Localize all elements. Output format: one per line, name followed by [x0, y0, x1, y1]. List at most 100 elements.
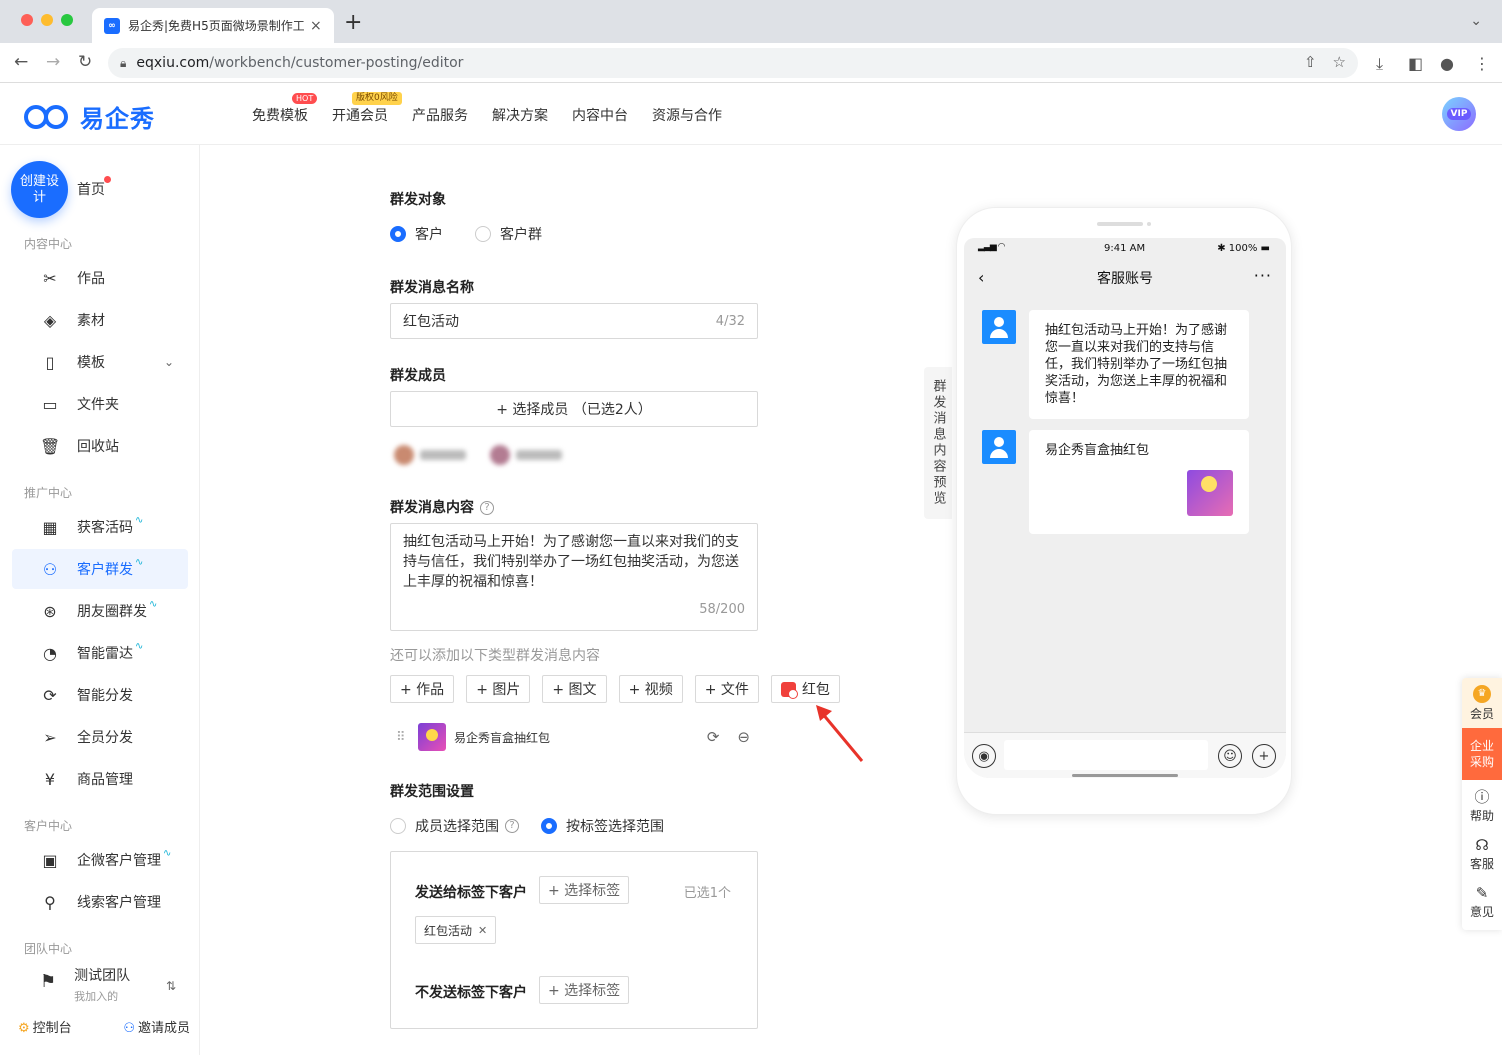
battery-icon: ✱ 100% ▬ — [1217, 243, 1270, 254]
logo[interactable]: 易企秀 — [24, 99, 155, 134]
sidebar-item-label: 商品管理 — [77, 772, 133, 788]
card-bubble: 易企秀盲盒抽红包 — [1029, 430, 1249, 534]
nav-solutions[interactable]: 解决方案 — [492, 105, 548, 125]
sidebar-item-materials[interactable]: ◈ 素材 — [12, 300, 188, 340]
tab-close-icon[interactable]: × — [310, 18, 322, 34]
content-label: 群发消息内容? — [390, 497, 494, 517]
sidebar-item-customer-broadcast[interactable]: ⚇ 客户群发 ∿ — [12, 549, 188, 589]
help-icon[interactable]: ? — [505, 819, 519, 833]
back-icon[interactable]: ← — [14, 52, 28, 72]
select-exclude-tag-button[interactable]: + 选择标签 — [539, 976, 630, 1004]
member-chip — [394, 443, 466, 467]
maximize-window-button[interactable] — [61, 14, 73, 26]
emoji-icon: ☺ — [1218, 744, 1242, 768]
attachment-thumbnail — [418, 723, 446, 751]
add-article-button[interactable]: + 图文 — [542, 675, 607, 703]
avatar — [982, 430, 1016, 464]
layers-icon: ◈ — [43, 310, 57, 330]
add-works-button[interactable]: + 作品 — [390, 675, 455, 703]
float-vip-button[interactable]: ♛ 会员 — [1462, 678, 1502, 728]
nav-products[interactable]: 产品服务 — [412, 105, 468, 125]
drag-handle-icon[interactable]: ⠿ — [396, 730, 408, 745]
scope-member-radio[interactable]: 成员选择范围? — [390, 816, 519, 836]
sidebar-item-products[interactable]: ¥ 商品管理 — [12, 759, 188, 799]
kebab-menu-icon[interactable]: ⋮ — [1474, 54, 1490, 73]
sidebar-item-staff-distribution[interactable]: ➢ 全员分发 — [12, 717, 188, 757]
sidepanel-icon[interactable]: ◧ — [1408, 54, 1423, 73]
invite-link[interactable]: ⚇ 邀请成员 — [123, 1017, 190, 1036]
chat-header: ‹ 客服账号 ··· — [964, 258, 1286, 298]
nav-content-center[interactable]: 内容中台 — [572, 105, 628, 125]
nav-label: 免费模板 — [252, 108, 308, 124]
vip-badge: VIP — [1446, 108, 1472, 120]
target-customer-radio[interactable]: 客户 — [390, 224, 443, 244]
close-icon[interactable]: ✕ — [478, 924, 487, 937]
download-icon[interactable]: ⤓ — [1376, 54, 1383, 74]
nav-resources[interactable]: 资源与合作 — [652, 105, 722, 125]
console-link[interactable]: ⚙ 控制台 — [18, 1017, 72, 1036]
sidebar-item-folders[interactable]: ▭ 文件夹 — [12, 384, 188, 424]
gear-icon: ⚙ — [18, 1021, 30, 1036]
team-switcher[interactable]: ⚑ 测试团队 我加入的 — [40, 965, 130, 1004]
add-content-hint: 还可以添加以下类型群发消息内容 — [390, 648, 600, 664]
new-icon: ∿ — [135, 514, 144, 526]
new-tab-button[interactable]: + — [344, 12, 362, 34]
signal-icon: ▂▃▅ ◠ — [978, 242, 1006, 252]
select-members-button[interactable]: + 选择成员 （已选2人） — [390, 391, 758, 427]
float-help-button[interactable]: ⓘ 帮助 — [1462, 782, 1502, 830]
sidebar-item-lead-code[interactable]: ▦ 获客活码 ∿ — [12, 507, 188, 547]
create-design-button[interactable]: 创建设计 — [11, 161, 68, 218]
sidebar-item-lead-customers[interactable]: ⚲ 线索客户管理 — [12, 882, 188, 922]
preview-tab[interactable]: 群发消息内容预览 — [924, 367, 952, 519]
exclude-label: 不发送标签下客户 — [415, 985, 527, 1001]
preview-tab-label: 群发消息内容预览 — [930, 379, 946, 507]
float-enterprise-button[interactable]: 企业采购 — [1462, 728, 1502, 780]
add-image-button[interactable]: + 图片 — [466, 675, 531, 703]
bookmark-star-icon[interactable]: ☆ — [1333, 53, 1346, 71]
sidebar-item-moments-broadcast[interactable]: ⊛ 朋友圈群发 ∿ — [12, 591, 188, 631]
sidebar-item-works[interactable]: ✂ 作品 — [12, 258, 188, 298]
avatar[interactable]: VIP — [1442, 97, 1476, 131]
minimize-window-button[interactable] — [41, 14, 53, 26]
sidebar-item-home[interactable]: 首页 — [77, 179, 105, 199]
message-content-textarea[interactable]: 抽红包活动马上开始！为了感谢您一直以来对我们的支持与信任，我们特别举办了一场红包… — [390, 523, 758, 631]
target-radio-group: 客户 客户群 — [390, 224, 542, 244]
chevron-down-icon[interactable]: ⌄ — [1470, 13, 1482, 29]
sidebar-item-wecom-customers[interactable]: ▣ 企微客户管理 ∿ — [12, 840, 188, 880]
url-input[interactable]: 🔒︎ eqxiu.com/workbench/customer-posting/… — [108, 48, 1358, 78]
remove-icon[interactable]: ⊖ — [737, 728, 750, 746]
close-window-button[interactable] — [21, 14, 33, 26]
tag-chip: 红包活动 ✕ — [415, 916, 497, 944]
share-icon[interactable]: ⇧ — [1304, 53, 1317, 71]
forward-icon[interactable]: → — [46, 52, 60, 72]
select-tag-button[interactable]: + 选择标签 — [539, 876, 630, 904]
sidebar-item-label: 回收站 — [77, 439, 119, 455]
sidebar-item-trash[interactable]: 🗑︎ 回收站 — [12, 426, 188, 466]
switch-icon[interactable]: ⇅ — [166, 979, 176, 993]
browser-tab[interactable]: ∞ 易企秀|免费H5页面微场景制作工具 × — [92, 8, 334, 43]
nav-membership[interactable]: 开通会员 版权0风险 — [332, 92, 402, 125]
content-label-text: 群发消息内容 — [390, 500, 474, 516]
char-count: 58/200 — [699, 602, 745, 617]
add-file-button[interactable]: + 文件 — [694, 675, 759, 703]
add-redpacket-button[interactable]: 红包 — [770, 675, 840, 703]
refresh-icon[interactable]: ⟳ — [707, 728, 720, 746]
sidebar-item-templates[interactable]: ▯ 模板 ⌄ — [12, 342, 188, 382]
sidebar-item-smart-radar[interactable]: ◔ 智能雷达 ∿ — [12, 633, 188, 673]
reload-icon[interactable]: ↻ — [78, 52, 92, 72]
sidebar-item-smart-distribution[interactable]: ⟳ 智能分发 — [12, 675, 188, 715]
favicon-icon: ∞ — [104, 17, 120, 34]
scope-tag-radio[interactable]: 按标签选择范围 — [541, 816, 664, 836]
add-content-buttons: + 作品 + 图片 + 图文 + 视频 + 文件 红包 — [390, 675, 840, 703]
help-icon[interactable]: ? — [480, 501, 494, 515]
chevron-down-icon[interactable]: ⌄ — [164, 355, 174, 369]
float-service-button[interactable]: ☊ 客服 — [1462, 830, 1502, 878]
nav-free-templates[interactable]: 免费模板 HOT — [252, 93, 318, 125]
tag-label: 红包活动 — [424, 923, 473, 938]
target-group-radio[interactable]: 客户群 — [475, 224, 542, 244]
float-feedback-button[interactable]: ✎ 意见 — [1462, 878, 1502, 926]
add-video-button[interactable]: + 视频 — [618, 675, 683, 703]
message-name-input[interactable]: 红包活动 4/32 — [390, 303, 758, 339]
profile-icon[interactable]: ● — [1440, 54, 1454, 73]
team-subtitle: 我加入的 — [74, 990, 119, 1003]
